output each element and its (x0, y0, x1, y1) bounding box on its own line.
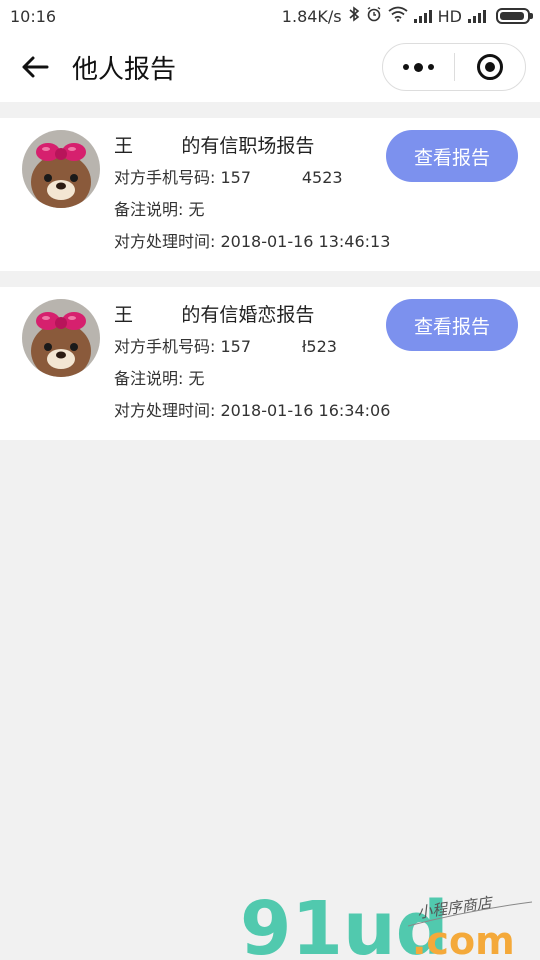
view-report-button[interactable]: 查看报告 (386, 299, 518, 351)
report-info: 王 的有信职场报告 对方手机号码: 157 4523 备注说明: 无 对方处理时… (114, 130, 390, 258)
process-time: 对方处理时间: 2018-01-16 13:46:13 (114, 232, 391, 251)
watermark-domain: .com (412, 919, 515, 960)
report-title: 王 的有信婚恋报告 (114, 304, 315, 326)
wifi-icon (388, 6, 408, 26)
miniprogram-capsule (382, 43, 526, 91)
more-dots-icon (402, 62, 434, 72)
watermark-logo: 91ud .com 小程序商店 (240, 886, 533, 960)
signal-icon-2 (468, 9, 486, 23)
phone-number: 对方手机号码: 157 4523 (114, 168, 343, 187)
note: 备注说明: 无 (114, 200, 205, 219)
close-miniprogram-button[interactable] (455, 44, 526, 90)
back-button[interactable] (0, 32, 70, 102)
nav-bar: 他人报告 (0, 32, 540, 102)
avatar (22, 130, 100, 208)
report-card: 王 的有信职场报告 对方手机号码: 157 4523 备注说明: 无 对方处理时… (0, 118, 540, 271)
report-card: 王 的有信婚恋报告 对方手机号码: 157 ł523 备注说明: 无 对方处理时… (0, 287, 540, 440)
target-close-icon (476, 54, 503, 80)
status-indicators: 1.84K/s HD (281, 6, 533, 26)
avatar (22, 299, 100, 377)
network-speed: 1.84K/s (281, 6, 342, 26)
report-list: 王 的有信职场报告 对方手机号码: 157 4523 备注说明: 无 对方处理时… (0, 118, 540, 440)
process-time: 对方处理时间: 2018-01-16 16:34:06 (114, 401, 391, 420)
phone-number: 对方手机号码: 157 ł523 (114, 337, 337, 356)
status-bar: 10:16 1.84K/s HD (0, 0, 540, 32)
report-info: 王 的有信婚恋报告 对方手机号码: 157 ł523 备注说明: 无 对方处理时… (114, 299, 390, 427)
report-title: 王 的有信职场报告 (114, 135, 315, 157)
view-report-button[interactable]: 查看报告 (386, 130, 518, 182)
status-time: 10:16 (10, 6, 57, 26)
signal-icon (413, 9, 432, 23)
battery-icon (496, 8, 533, 24)
page-title: 他人报告 (72, 54, 177, 85)
bluetooth-icon (348, 6, 360, 26)
more-button[interactable] (383, 44, 454, 90)
arrow-left-icon (22, 56, 49, 78)
note: 备注说明: 无 (114, 369, 205, 388)
network-type: HD (437, 6, 462, 26)
alarm-icon (366, 6, 382, 26)
